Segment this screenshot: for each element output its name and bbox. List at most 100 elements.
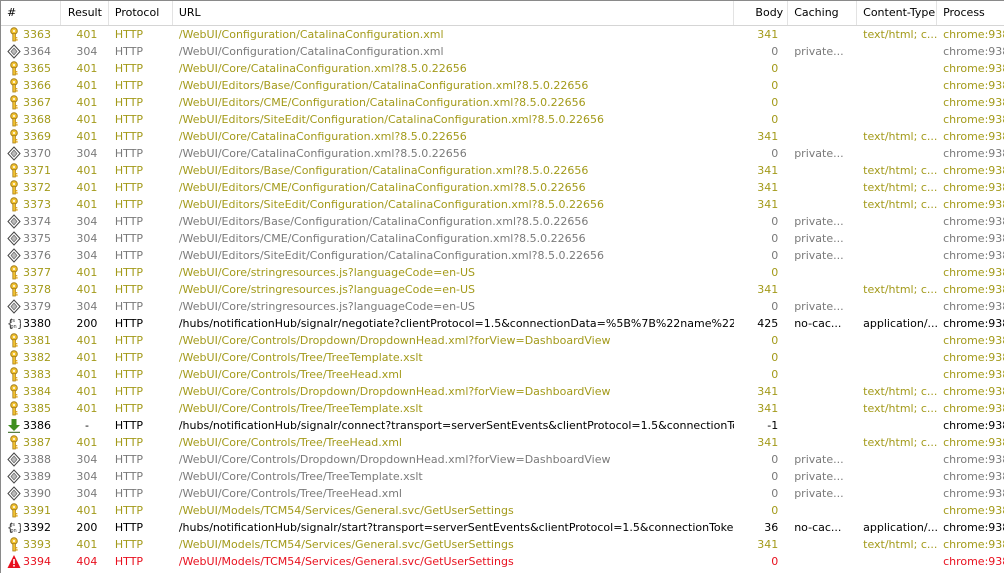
session-row[interactable]: 3389 304 HTTP /WebUI/Core/Controls/Tree/… [1, 468, 1004, 485]
key-icon [7, 61, 21, 76]
session-number: 3380 [23, 317, 51, 330]
session-row[interactable]: {}json 3380 200 HTTP /hubs/notificationH… [1, 315, 1004, 332]
download-arrow-icon [7, 418, 21, 433]
session-row[interactable]: 3373 401 HTTP /WebUI/Editors/SiteEdit/Co… [1, 196, 1004, 213]
cached-diamond-icon [7, 146, 21, 161]
session-row[interactable]: 3391 401 HTTP /WebUI/Models/TCM54/Servic… [1, 502, 1004, 519]
session-row[interactable]: 3371 401 HTTP /WebUI/Editors/Base/Config… [1, 162, 1004, 179]
result-cell: 200 [76, 521, 98, 534]
column-header-content-type[interactable]: Content-Type [857, 1, 938, 25]
key-icon [7, 282, 21, 297]
process-cell: chrome:9388 [943, 470, 1004, 483]
url-cell: /WebUI/Editors/CME/Configuration/Catalin… [178, 181, 586, 194]
svg-text:on: on [11, 324, 17, 330]
process-cell: chrome:9388 [943, 504, 1004, 517]
session-number-cell: {}json 3392 [1, 519, 61, 536]
caching-cell [788, 196, 857, 213]
result-cell: 401 [76, 402, 98, 415]
url-cell: /WebUI/Core/Controls/Tree/TreeTemplate.x… [178, 402, 423, 415]
content-type-cell [857, 451, 937, 468]
content-type-cell [857, 145, 937, 162]
process-cell: chrome:9388 [943, 62, 1004, 75]
content-type-cell [857, 213, 937, 230]
protocol-cell: HTTP [114, 45, 144, 58]
session-number: 3388 [23, 453, 51, 466]
key-icon [7, 163, 21, 178]
session-row[interactable]: 3368 401 HTTP /WebUI/Editors/SiteEdit/Co… [1, 111, 1004, 128]
column-header-body[interactable]: Body [734, 1, 789, 25]
column-header-result[interactable]: Result [61, 1, 109, 25]
session-number-cell: 3385 [1, 400, 61, 417]
session-number: 3366 [23, 79, 51, 92]
body-cell: 0 [771, 470, 779, 483]
body-cell: 0 [771, 79, 779, 92]
content-type-cell [857, 366, 937, 383]
caching-cell [788, 536, 857, 553]
session-number: 3393 [23, 538, 51, 551]
session-row[interactable]: 3366 401 HTTP /WebUI/Editors/Base/Config… [1, 77, 1004, 94]
session-row[interactable]: 3382 401 HTTP /WebUI/Core/Controls/Tree/… [1, 349, 1004, 366]
caching-cell [788, 162, 857, 179]
url-cell: /WebUI/Models/TCM54/Services/General.svc… [178, 538, 514, 551]
svg-text:}: } [17, 317, 21, 330]
session-row[interactable]: {}json 3392 200 HTTP /hubs/notificationH… [1, 519, 1004, 536]
session-row[interactable]: 3378 401 HTTP /WebUI/Core/stringresource… [1, 281, 1004, 298]
session-number: 3386 [23, 419, 51, 432]
session-row[interactable]: 3376 304 HTTP /WebUI/Editors/SiteEdit/Co… [1, 247, 1004, 264]
session-row[interactable]: 3388 304 HTTP /WebUI/Core/Controls/Dropd… [1, 451, 1004, 468]
session-row[interactable]: 3363 401 HTTP /WebUI/Configuration/Catal… [1, 26, 1004, 43]
caching-cell: no-cac... [794, 521, 842, 534]
session-number: 3375 [23, 232, 51, 245]
session-row[interactable]: 3385 401 HTTP /WebUI/Core/Controls/Tree/… [1, 400, 1004, 417]
caching-cell: private... [794, 45, 844, 58]
caching-cell: private... [794, 249, 844, 262]
body-cell: 0 [771, 96, 779, 109]
process-cell: chrome:9388 [943, 232, 1004, 245]
session-row[interactable]: 3394 404 HTTP /WebUI/Models/TCM54/Servic… [1, 553, 1004, 570]
process-cell: chrome:9388 [943, 453, 1004, 466]
protocol-cell: HTTP [114, 521, 144, 534]
session-row[interactable]: 3365 401 HTTP /WebUI/Core/CatalinaConfig… [1, 60, 1004, 77]
session-row[interactable]: 3369 401 HTTP /WebUI/Core/CatalinaConfig… [1, 128, 1004, 145]
protocol-cell: HTTP [114, 96, 144, 109]
cached-diamond-icon [7, 299, 21, 314]
caching-cell [788, 383, 857, 400]
key-icon [7, 537, 21, 552]
session-row[interactable]: 3367 401 HTTP /WebUI/Editors/CME/Configu… [1, 94, 1004, 111]
process-cell: chrome:9388 [943, 317, 1004, 330]
body-cell: 341 [757, 164, 779, 177]
key-icon [7, 333, 21, 348]
session-row[interactable]: 3384 401 HTTP /WebUI/Core/Controls/Dropd… [1, 383, 1004, 400]
session-number: 3389 [23, 470, 51, 483]
content-type-cell: text/html; c... [863, 385, 938, 398]
session-row[interactable]: 3364 304 HTTP /WebUI/Configuration/Catal… [1, 43, 1004, 60]
session-row[interactable]: 3390 304 HTTP /WebUI/Core/Controls/Tree/… [1, 485, 1004, 502]
column-header-url[interactable]: URL [173, 1, 735, 25]
session-row[interactable]: 3377 401 HTTP /WebUI/Core/stringresource… [1, 264, 1004, 281]
session-row[interactable]: 3387 401 HTTP /WebUI/Core/Controls/Tree/… [1, 434, 1004, 451]
column-header-caching[interactable]: Caching [788, 1, 858, 25]
column-header-number[interactable]: # [1, 1, 61, 25]
session-row[interactable]: 3374 304 HTTP /WebUI/Editors/Base/Config… [1, 213, 1004, 230]
session-row[interactable]: 3383 401 HTTP /WebUI/Core/Controls/Tree/… [1, 366, 1004, 383]
process-cell: chrome:9388 [943, 300, 1004, 313]
protocol-cell: HTTP [114, 538, 144, 551]
content-type-cell: text/html; c... [863, 181, 938, 194]
process-cell: chrome:9388 [943, 181, 1004, 194]
result-cell: 304 [76, 300, 98, 313]
content-type-cell: text/html; c... [863, 198, 938, 211]
session-row[interactable]: 3393 401 HTTP /WebUI/Models/TCM54/Servic… [1, 536, 1004, 553]
protocol-cell: HTTP [114, 181, 144, 194]
session-row[interactable]: 3381 401 HTTP /WebUI/Core/Controls/Dropd… [1, 332, 1004, 349]
session-row[interactable]: 3375 304 HTTP /WebUI/Editors/CME/Configu… [1, 230, 1004, 247]
session-row[interactable]: 3372 401 HTTP /WebUI/Editors/CME/Configu… [1, 179, 1004, 196]
column-header-protocol[interactable]: Protocol [109, 1, 173, 25]
session-row[interactable]: 3370 304 HTTP /WebUI/Core/CatalinaConfig… [1, 145, 1004, 162]
session-number: 3384 [23, 385, 51, 398]
session-number: 3385 [23, 402, 51, 415]
cached-diamond-icon [7, 486, 21, 501]
column-header-process[interactable]: Process [937, 1, 1004, 25]
session-row[interactable]: 3386 - HTTP /hubs/notificationHub/signal… [1, 417, 1004, 434]
session-row[interactable]: 3379 304 HTTP /WebUI/Core/stringresource… [1, 298, 1004, 315]
json-icon: {}json [7, 520, 21, 535]
